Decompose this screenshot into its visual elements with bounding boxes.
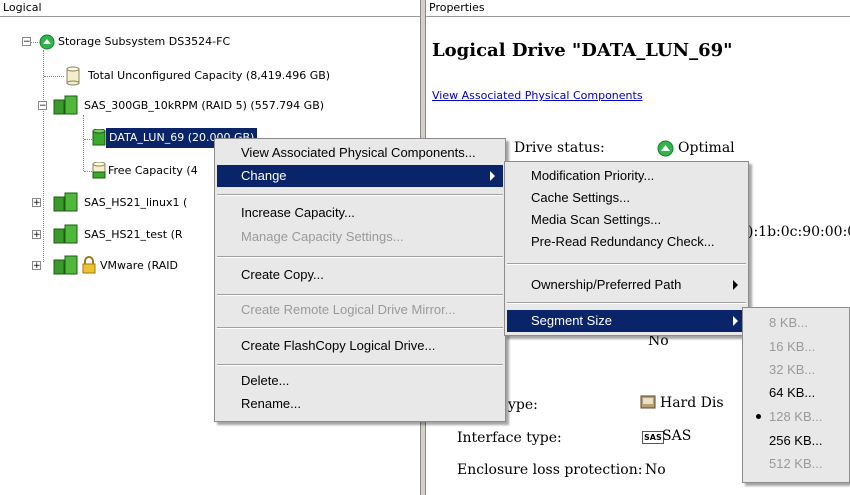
menu-item-512kb[interactable]: 512 KB... bbox=[745, 453, 847, 475]
optimal-status-icon bbox=[39, 34, 55, 50]
submenu-arrow-icon bbox=[490, 171, 495, 181]
interface-type-label: Interface type: bbox=[457, 430, 562, 446]
expand-icon[interactable]: + bbox=[32, 230, 41, 240]
enclosure-loss-value: No bbox=[645, 462, 666, 478]
drive-status-label: Drive status: bbox=[514, 140, 605, 156]
expand-icon[interactable]: + bbox=[32, 261, 41, 271]
array-icon bbox=[53, 255, 78, 275]
menu-item-ownership[interactable]: Ownership/Preferred Path bbox=[507, 274, 746, 296]
array-icon bbox=[53, 224, 78, 244]
tree-label-unconfigured: Total Unconfigured Capacity (8,419.496 G… bbox=[88, 69, 331, 82]
tree-line bbox=[44, 76, 64, 77]
free-capacity-icon bbox=[92, 162, 106, 179]
submenu-arrow-icon bbox=[733, 316, 738, 326]
collapse-icon[interactable]: − bbox=[22, 37, 31, 47]
submenu-arrow-icon bbox=[733, 280, 738, 290]
logical-drive-icon bbox=[92, 129, 106, 146]
view-associated-link[interactable]: View Associated Physical Components bbox=[432, 89, 643, 102]
properties-title: Logical Drive "DATA_LUN_69" bbox=[432, 40, 733, 61]
menu-item-256kb[interactable]: 256 KB... bbox=[745, 430, 847, 452]
menu-item-label: Change bbox=[241, 168, 287, 183]
tree-line bbox=[84, 139, 92, 140]
menu-item-8kb[interactable]: 8 KB... bbox=[745, 312, 847, 334]
tree-label-array4: VMware (RAID bbox=[100, 259, 179, 272]
collapse-icon[interactable]: − bbox=[38, 101, 47, 111]
change-submenu: Modification Priority... Cache Settings.… bbox=[504, 161, 749, 336]
menu-item-delete[interactable]: Delete... bbox=[217, 370, 503, 392]
menu-item-16kb[interactable]: 16 KB... bbox=[745, 336, 847, 358]
interface-type-value: SAS bbox=[662, 428, 692, 444]
menu-item-preread-redundancy[interactable]: Pre-Read Redundancy Check... bbox=[507, 231, 746, 253]
array-icon bbox=[53, 95, 78, 115]
drive-status-value: Optimal bbox=[678, 140, 735, 156]
tree-label-array2: SAS_HS21_linux1 ( bbox=[84, 196, 188, 209]
tree-line bbox=[31, 42, 38, 43]
menu-item-increase-capacity[interactable]: Increase Capacity... bbox=[217, 202, 503, 224]
expand-icon[interactable]: + bbox=[32, 198, 41, 208]
unconfigured-capacity-icon bbox=[66, 66, 80, 86]
menu-item-64kb[interactable]: 64 KB... bbox=[745, 382, 847, 404]
tree-line bbox=[83, 115, 84, 171]
radio-selected-icon bbox=[756, 414, 761, 419]
menu-item-change[interactable]: Change bbox=[217, 165, 503, 187]
menu-item-128kb[interactable]: 128 KB... bbox=[745, 406, 847, 428]
menu-separator bbox=[507, 263, 746, 265]
menu-item-label: 128 KB... bbox=[769, 409, 823, 424]
menu-item-rename[interactable]: Rename... bbox=[217, 393, 503, 415]
tree-label-free: Free Capacity (4 bbox=[108, 164, 198, 177]
array-icon bbox=[53, 192, 78, 212]
menu-item-view-physical[interactable]: View Associated Physical Components... bbox=[217, 142, 503, 164]
tree-line bbox=[84, 171, 92, 172]
tree-label-array3: SAS_HS21_test (R bbox=[84, 228, 183, 241]
optimal-status-icon bbox=[657, 140, 674, 157]
drive-type-label: ype: bbox=[508, 397, 538, 413]
enclosure-loss-label: Enclosure loss protection: bbox=[457, 462, 643, 478]
menu-separator bbox=[217, 194, 503, 196]
menu-item-manage-capacity[interactable]: Manage Capacity Settings... bbox=[217, 226, 503, 248]
menu-separator bbox=[217, 294, 503, 296]
tree-line bbox=[43, 50, 44, 262]
segment-size-submenu: 8 KB... 16 KB... 32 KB... 64 KB... 128 K… bbox=[742, 307, 850, 483]
menu-item-label: Segment Size bbox=[531, 313, 612, 328]
logical-pane-header: Logical bbox=[0, 0, 420, 17]
drive-type-value: Hard Dis bbox=[660, 395, 724, 411]
menu-item-label: Ownership/Preferred Path bbox=[531, 277, 682, 292]
menu-item-remote-mirror[interactable]: Create Remote Logical Drive Mirror... bbox=[217, 299, 503, 321]
menu-item-create-copy[interactable]: Create Copy... bbox=[217, 264, 503, 286]
tree-label-root: Storage Subsystem DS3524-FC bbox=[58, 35, 231, 48]
menu-item-flashcopy[interactable]: Create FlashCopy Logical Drive... bbox=[217, 335, 503, 357]
menu-item-32kb[interactable]: 32 KB... bbox=[745, 359, 847, 381]
menu-separator bbox=[217, 256, 503, 258]
menu-item-media-scan[interactable]: Media Scan Settings... bbox=[507, 209, 746, 231]
context-menu: View Associated Physical Components... C… bbox=[214, 138, 506, 422]
wwid-value: ):1b:0c:90:00:0 bbox=[748, 224, 850, 240]
tree-label-array1: SAS_300GB_10kRPM (RAID 5) (557.794 GB) bbox=[84, 99, 325, 112]
properties-pane-header: Properties bbox=[426, 0, 850, 17]
menu-item-cache-settings[interactable]: Cache Settings... bbox=[507, 187, 746, 209]
lock-icon bbox=[82, 256, 96, 274]
menu-separator bbox=[507, 302, 746, 304]
menu-separator bbox=[217, 327, 503, 329]
menu-separator bbox=[217, 364, 503, 366]
sas-icon: SAS bbox=[642, 431, 664, 444]
hard-disk-icon bbox=[640, 395, 656, 409]
menu-item-segment-size[interactable]: Segment Size bbox=[507, 310, 746, 332]
menu-item-modification-priority[interactable]: Modification Priority... bbox=[507, 165, 746, 187]
